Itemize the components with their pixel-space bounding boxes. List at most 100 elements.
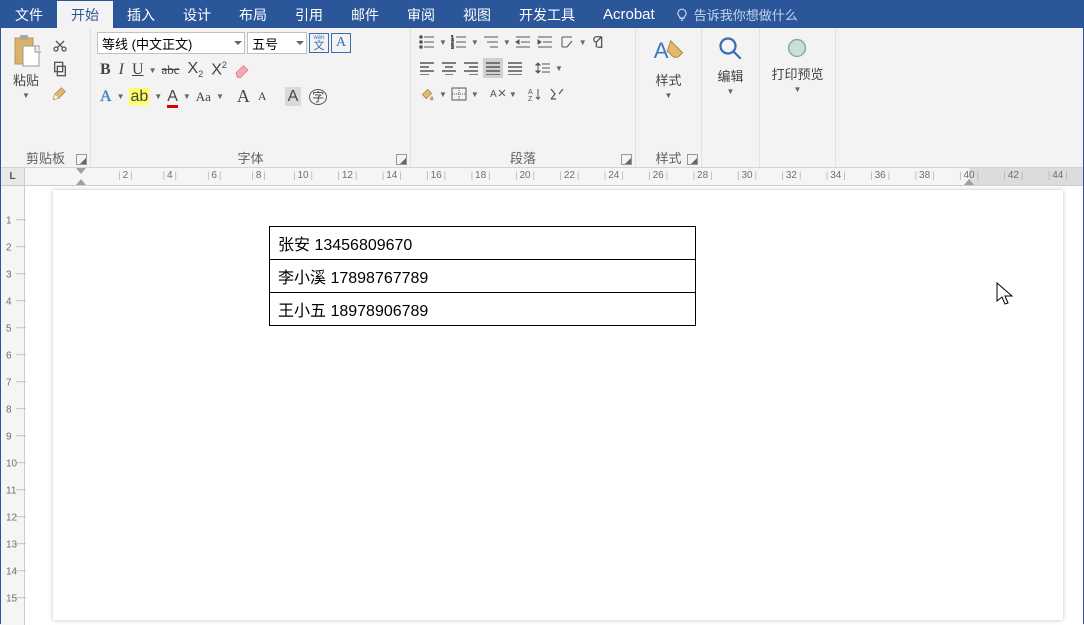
table-row[interactable]: 李小溪 17898767789	[270, 260, 696, 293]
increase-indent-button[interactable]	[535, 32, 555, 52]
clear-formatting-button[interactable]	[232, 60, 252, 80]
svg-text:A: A	[528, 89, 533, 96]
font-name-select[interactable]: 等线 (中文正文)	[97, 32, 245, 54]
highlight-button[interactable]: ab	[126, 88, 152, 106]
align-left-button[interactable]	[417, 58, 437, 78]
ruler-tick: 10	[6, 459, 17, 470]
strikethrough-button[interactable]: abc	[158, 62, 182, 78]
grow-font-button[interactable]: A	[234, 86, 253, 107]
show-marks-button[interactable]	[589, 32, 609, 52]
table-row[interactable]: 王小五 18978906789	[270, 293, 696, 326]
italic-button[interactable]: I	[116, 61, 127, 79]
asian-spacing-button[interactable]: A	[487, 84, 507, 104]
numbering-button[interactable]: 123	[449, 32, 469, 52]
ruler-tick: 8	[251, 170, 265, 181]
subscript-button[interactable]: X2	[185, 60, 207, 79]
align-right-button[interactable]	[461, 58, 481, 78]
tab-view[interactable]: 视图	[449, 1, 505, 28]
character-border-button[interactable]: A	[331, 33, 351, 53]
ruler-tick: 2	[118, 170, 132, 181]
phonetic-guide-button[interactable]: wén文	[309, 33, 329, 53]
align-left-icon	[419, 61, 435, 75]
ruler-tick: 15	[6, 594, 17, 605]
insert-symbol-button[interactable]	[547, 84, 567, 104]
editing-button[interactable]: 编辑 ▼	[712, 32, 750, 143]
group-editing: 编辑 ▼	[702, 28, 760, 167]
copy-button[interactable]	[49, 58, 71, 80]
tell-me-search[interactable]: 告诉我你想做什么	[669, 1, 798, 28]
ruler-tick: 34	[826, 170, 846, 181]
change-case-button[interactable]: Aa	[193, 89, 214, 105]
tab-references[interactable]: 引用	[281, 1, 337, 28]
styles-dropdown-icon: ▼	[665, 91, 673, 100]
styles-dialog-launcher[interactable]	[687, 154, 698, 165]
editing-dropdown-icon: ▼	[727, 87, 735, 96]
ruler-tick: 24	[604, 170, 624, 181]
horizontal-ruler[interactable]: 2468101214161820222426283032343638404244…	[25, 168, 1083, 186]
shrink-font-button[interactable]: A	[255, 89, 270, 104]
shading-button[interactable]	[417, 84, 437, 104]
font-color-button[interactable]: A	[164, 88, 181, 106]
paragraph-group-label: 段落	[510, 148, 536, 167]
enclose-characters-button[interactable]: 字	[306, 88, 330, 106]
cut-button[interactable]	[49, 34, 71, 56]
align-distributed-button[interactable]	[505, 58, 525, 78]
align-center-button[interactable]	[439, 58, 459, 78]
sort-button[interactable]: AZ	[525, 84, 545, 104]
tab-mailings[interactable]: 邮件	[337, 1, 393, 28]
tell-me-placeholder: 告诉我你想做什么	[694, 5, 798, 24]
font-size-select[interactable]: 五号	[247, 32, 307, 54]
tab-developer[interactable]: 开发工具	[505, 1, 589, 28]
tab-file[interactable]: 文件	[1, 1, 57, 28]
numbering-icon: 123	[451, 35, 467, 49]
group-paragraph: ▼ 123▼ ▼ ▼ ▼ ▼ ▼ A▼	[411, 28, 636, 167]
styles-button[interactable]: A 样式 ▼	[648, 32, 690, 143]
text-effects-button[interactable]: A	[97, 88, 115, 106]
table-cell[interactable]: 李小溪 17898767789	[270, 260, 696, 293]
table-cell[interactable]: 王小五 18978906789	[270, 293, 696, 326]
mouse-cursor-icon	[996, 282, 1014, 306]
decrease-indent-button[interactable]	[513, 32, 533, 52]
asian-spacing-icon: A	[488, 87, 506, 101]
document-table[interactable]: 张安 13456809670 李小溪 17898767789 王小五 18978…	[269, 226, 696, 326]
font-dialog-launcher[interactable]	[396, 154, 407, 165]
align-justify-button[interactable]	[483, 58, 503, 78]
tab-review[interactable]: 审阅	[393, 1, 449, 28]
bold-button[interactable]: B	[97, 61, 114, 79]
paste-button[interactable]: 粘贴 ▼	[7, 32, 45, 143]
group-print-preview: 打印预览 ▼	[760, 28, 836, 167]
tab-design[interactable]: 设计	[169, 1, 225, 28]
first-line-indent-marker[interactable]	[76, 168, 86, 174]
multilevel-list-button[interactable]	[481, 32, 501, 52]
ruler-tick: 11	[6, 486, 16, 497]
group-clipboard: 粘贴 ▼ 剪贴板	[1, 28, 91, 167]
clipboard-group-label: 剪贴板	[26, 148, 65, 167]
vertical-ruler[interactable]: 123456789101112131415	[1, 186, 25, 625]
format-painter-button[interactable]	[49, 82, 71, 104]
tab-home[interactable]: 开始	[57, 1, 113, 28]
table-cell[interactable]: 张安 13456809670	[270, 227, 696, 260]
document-page[interactable]: 张安 13456809670 李小溪 17898767789 王小五 18978…	[53, 190, 1063, 620]
ruler-tick: 2	[6, 243, 12, 254]
print-preview-button[interactable]: 打印预览 ▼	[767, 32, 827, 143]
borders-button[interactable]	[449, 84, 469, 104]
tab-acrobat[interactable]: Acrobat	[589, 1, 669, 28]
asian-layout-button[interactable]	[557, 32, 577, 52]
styles-icon: A	[652, 34, 686, 68]
tab-layout[interactable]: 布局	[225, 1, 281, 28]
clipboard-dialog-launcher[interactable]	[76, 154, 87, 165]
superscript-button[interactable]: X2	[208, 60, 230, 79]
paragraph-dialog-launcher[interactable]	[621, 154, 632, 165]
ruler-corner[interactable]: L	[1, 168, 25, 186]
ruler-tick: 12	[337, 170, 357, 181]
character-shading-button[interactable]: A	[282, 88, 305, 106]
line-spacing-button[interactable]	[533, 58, 553, 78]
tab-insert[interactable]: 插入	[113, 1, 169, 28]
table-row[interactable]: 张安 13456809670	[270, 227, 696, 260]
underline-button[interactable]: U	[129, 61, 147, 79]
bullets-button[interactable]	[417, 32, 437, 52]
ruler-tick: 18	[471, 170, 491, 181]
ruler-tick: 42	[1003, 170, 1023, 181]
hanging-indent-marker[interactable]	[76, 179, 86, 185]
ruler-tick: 14	[6, 567, 17, 578]
